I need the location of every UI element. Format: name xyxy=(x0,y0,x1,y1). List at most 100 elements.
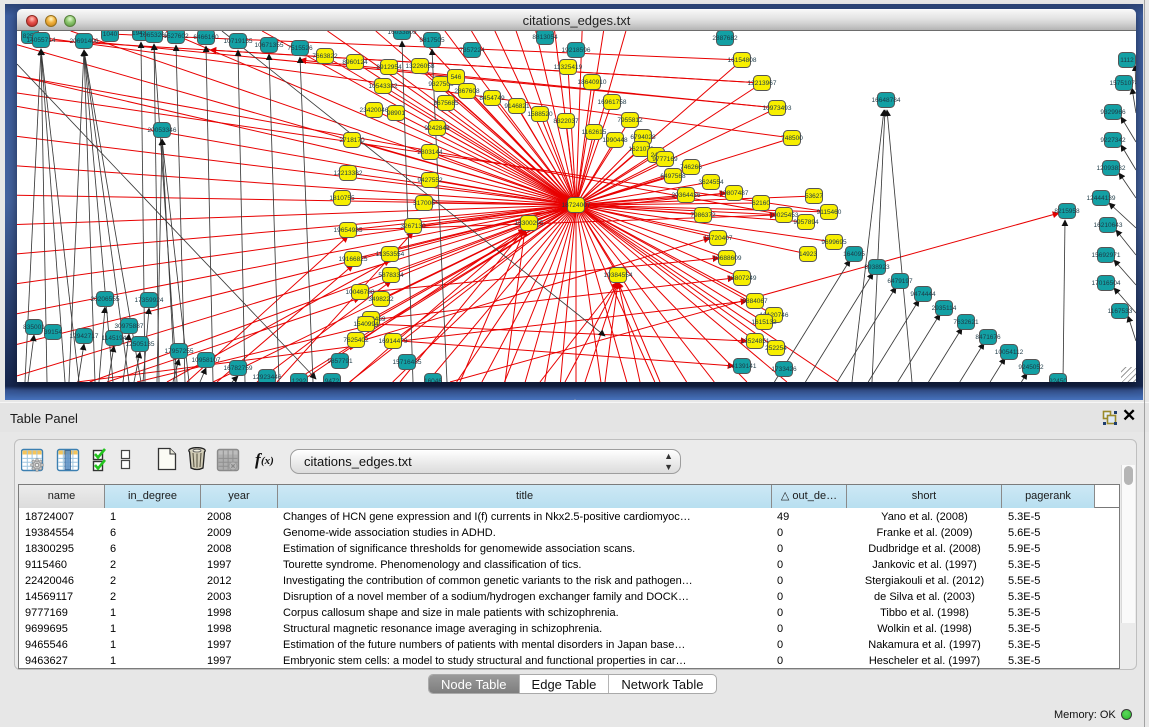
svg-text:9777169: 9777169 xyxy=(652,156,678,163)
svg-text:53627: 53627 xyxy=(805,193,823,200)
svg-text:1162615: 1162615 xyxy=(582,129,607,136)
svg-text:9957894: 9957894 xyxy=(793,219,819,226)
svg-text:19218596: 19218596 xyxy=(562,47,591,54)
svg-text:62160: 62160 xyxy=(752,200,770,207)
svg-text:8322037: 8322037 xyxy=(553,118,579,125)
svg-text:1145194: 1145194 xyxy=(102,335,127,342)
svg-text:17016504: 17016504 xyxy=(1092,280,1121,287)
svg-text:16782759: 16782759 xyxy=(224,365,253,372)
svg-text:9146821: 9146821 xyxy=(504,103,530,110)
svg-text:92450: 92450 xyxy=(1049,378,1067,382)
svg-text:10054112: 10054112 xyxy=(995,349,1024,356)
svg-text:12093832: 12093832 xyxy=(1097,165,1126,172)
svg-text:3624554: 3624554 xyxy=(698,179,724,186)
svg-text:(x): (x) xyxy=(261,455,274,467)
svg-text:14055714: 14055714 xyxy=(27,37,56,44)
svg-text:3498222: 3498222 xyxy=(368,296,394,303)
svg-text:13524851: 13524851 xyxy=(741,338,770,345)
svg-text:20364436: 20364436 xyxy=(672,192,701,199)
svg-text:8471676: 8471676 xyxy=(975,334,1001,341)
svg-text:19384554: 19384554 xyxy=(604,272,633,279)
svg-text:164095: 164095 xyxy=(843,251,865,258)
svg-text:20206555: 20206555 xyxy=(91,296,120,303)
svg-text:6497568: 6497568 xyxy=(660,173,686,180)
svg-text:12942717: 12942717 xyxy=(70,333,99,340)
svg-text:16961758: 16961758 xyxy=(598,99,627,106)
svg-text:8454749: 8454749 xyxy=(479,95,505,102)
svg-text:1292: 1292 xyxy=(292,378,307,382)
svg-text:12213382: 12213382 xyxy=(334,170,363,177)
svg-text:6466160: 6466160 xyxy=(193,34,219,41)
svg-text:9427552: 9427552 xyxy=(417,177,443,184)
svg-text:10046788: 10046788 xyxy=(346,289,375,296)
svg-text:9857791: 9857791 xyxy=(327,358,353,365)
svg-text:12213967: 12213967 xyxy=(748,80,777,87)
svg-text:16154808: 16154808 xyxy=(728,57,757,64)
svg-text:15716485: 15716485 xyxy=(393,359,422,366)
svg-text:1733426: 1733426 xyxy=(771,366,797,373)
svg-text:9227342: 9227342 xyxy=(1100,137,1126,144)
svg-text:20053346: 20053346 xyxy=(148,127,177,134)
svg-text:3675685: 3675685 xyxy=(433,100,459,107)
svg-text:748500: 748500 xyxy=(781,135,803,142)
svg-text:8215958: 8215958 xyxy=(1054,208,1080,215)
svg-text:7357224: 7357224 xyxy=(459,47,485,54)
svg-text:746266: 746266 xyxy=(680,164,702,171)
svg-text:546: 546 xyxy=(451,74,462,81)
svg-text:11325419: 11325419 xyxy=(554,64,583,71)
svg-text:1540994: 1540994 xyxy=(353,321,379,328)
svg-text:12505135: 12505135 xyxy=(126,341,155,348)
svg-text:23420046: 23420046 xyxy=(360,107,389,114)
svg-text:9699695: 9699695 xyxy=(821,239,847,246)
svg-text:10671355: 10671355 xyxy=(255,42,284,49)
svg-text:7515526: 7515526 xyxy=(287,45,313,52)
svg-text:9115460: 9115460 xyxy=(817,209,842,216)
svg-text:12444139: 12444139 xyxy=(1087,195,1116,202)
svg-text:15692971: 15692971 xyxy=(1092,252,1121,259)
svg-text:8960124: 8960124 xyxy=(342,59,368,66)
svg-text:2887682: 2887682 xyxy=(712,35,738,42)
svg-text:18640910: 18640910 xyxy=(578,79,607,86)
svg-text:9817505: 9817505 xyxy=(419,37,445,44)
svg-text:1112: 1112 xyxy=(1120,57,1134,64)
svg-text:10958107: 10958107 xyxy=(192,357,221,364)
svg-text:16210643: 16210643 xyxy=(1094,222,1123,229)
svg-text:9474444: 9474444 xyxy=(910,291,936,298)
svg-text:18724007: 18724007 xyxy=(562,202,591,209)
svg-text:8938923: 8938923 xyxy=(864,264,890,271)
svg-text:7663822: 7663822 xyxy=(312,53,338,60)
svg-text:18300295: 18300295 xyxy=(515,220,544,227)
svg-text:1588520: 1588520 xyxy=(527,111,553,118)
svg-text:835001: 835001 xyxy=(23,324,45,331)
svg-text:2935114: 2935114 xyxy=(932,305,957,312)
svg-text:8813054: 8813054 xyxy=(532,34,558,41)
svg-text:7955812: 7955812 xyxy=(617,117,643,124)
svg-text:98901: 98901 xyxy=(387,110,405,117)
svg-text:6479197: 6479197 xyxy=(887,278,913,285)
svg-text:10807487: 10807487 xyxy=(720,190,749,197)
svg-text:2803144: 2803144 xyxy=(417,149,443,156)
svg-text:3267130: 3267130 xyxy=(400,223,426,230)
svg-text:9245052: 9245052 xyxy=(1018,364,1044,371)
svg-text:10688609: 10688609 xyxy=(713,255,742,262)
svg-text:16033809: 16033809 xyxy=(388,31,417,36)
svg-text:15720407: 15720407 xyxy=(704,235,733,242)
svg-text:39154: 39154 xyxy=(44,329,62,336)
svg-text:12923446: 12923446 xyxy=(253,374,282,381)
svg-text:9242848: 9242848 xyxy=(424,125,450,132)
svg-text:13226058: 13226058 xyxy=(406,63,435,70)
svg-text:7986372: 7986372 xyxy=(690,212,716,219)
svg-text:1810755: 1810755 xyxy=(329,195,355,202)
svg-text:16914479: 16914479 xyxy=(379,338,408,345)
svg-text:8912954: 8912954 xyxy=(376,64,402,71)
svg-text:18807249: 18807249 xyxy=(728,275,757,282)
svg-text:19654985: 19654985 xyxy=(334,227,363,234)
svg-text:1527602: 1527602 xyxy=(163,33,189,40)
svg-text:1615132: 1615132 xyxy=(751,319,777,326)
svg-text:10973493: 10973493 xyxy=(763,105,792,112)
svg-text:1990448: 1990448 xyxy=(602,137,628,144)
svg-text:10719155: 10719155 xyxy=(224,38,253,45)
svg-text:6794028: 6794028 xyxy=(630,134,656,141)
svg-text:20691406: 20691406 xyxy=(70,38,99,45)
svg-text:1167533: 1167533 xyxy=(1108,308,1133,315)
